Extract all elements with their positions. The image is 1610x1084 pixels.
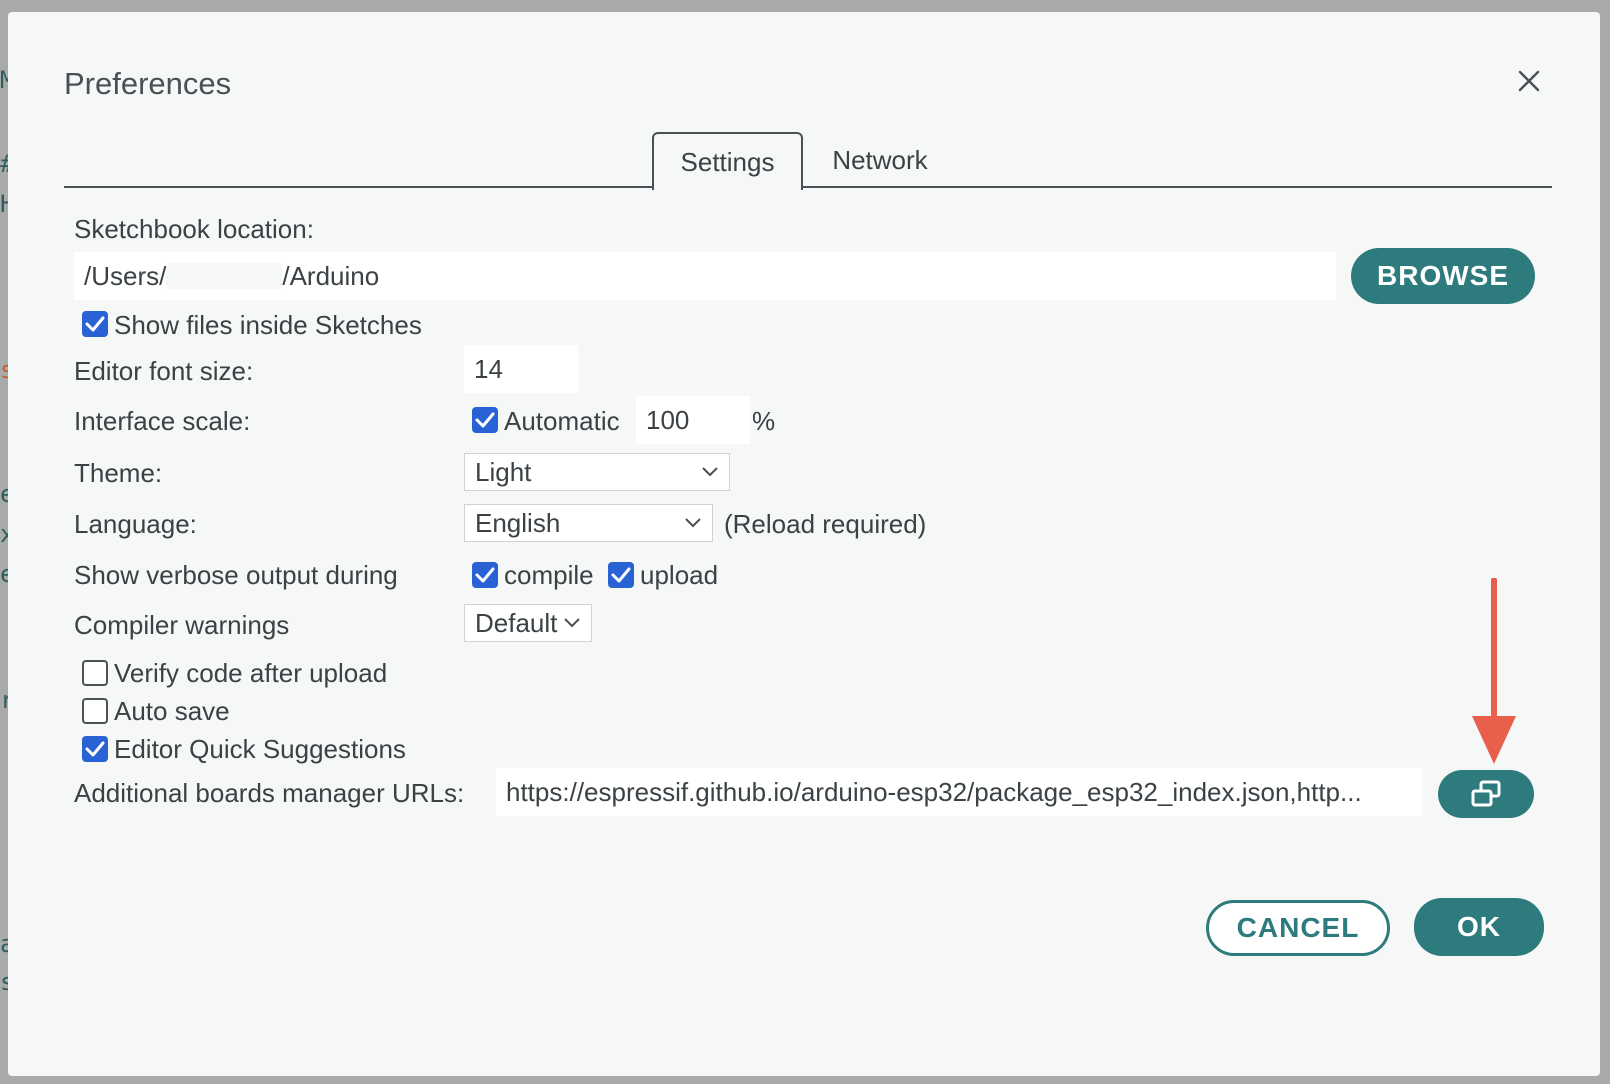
chevron-down-icon xyxy=(564,618,580,628)
preferences-dialog: Preferences Settings Network Sketchbook … xyxy=(8,12,1600,1076)
background-editor-fragment: x xyxy=(0,520,8,548)
background-editor-fragment: e xyxy=(0,560,8,588)
show-files-label: Show files inside Sketches xyxy=(114,310,422,340)
verify-code-checkbox[interactable] xyxy=(82,660,108,686)
compiler-warnings-label: Compiler warnings xyxy=(74,610,290,640)
theme-value: Light xyxy=(475,456,532,487)
sketchbook-location-input[interactable]: /Users/ /Arduino xyxy=(74,252,1336,300)
verify-code-label: Verify code after upload xyxy=(114,658,388,688)
chevron-down-icon xyxy=(685,518,701,528)
compiler-warnings-select[interactable]: Default xyxy=(464,604,592,642)
background-editor-fragment: M xyxy=(0,66,8,94)
theme-select[interactable]: Light xyxy=(464,453,730,491)
verbose-compile-label: compile xyxy=(504,560,594,590)
dialog-title: Preferences xyxy=(64,66,232,101)
verbose-compile-checkbox[interactable] xyxy=(472,562,498,588)
background-editor-fragment: r xyxy=(0,686,8,714)
ok-button[interactable]: OK xyxy=(1414,898,1544,956)
background-editor-fragment: s xyxy=(0,968,8,996)
chevron-down-icon xyxy=(702,467,718,477)
theme-label: Theme: xyxy=(74,458,163,488)
background-editor-fragment: # xyxy=(0,150,8,178)
background-editor-fragment: s xyxy=(0,356,8,384)
sketchbook-path-suffix: /Arduino xyxy=(282,260,380,291)
redacted-username xyxy=(166,263,283,289)
annotation-arrow xyxy=(1472,578,1516,764)
interface-scale-input[interactable]: 100 xyxy=(636,396,750,444)
verbose-output-label: Show verbose output during xyxy=(74,560,398,590)
background-editor-fragment: e xyxy=(0,480,8,508)
verbose-upload-checkbox[interactable] xyxy=(608,562,634,588)
boards-urls-label: Additional boards manager URLs: xyxy=(74,778,465,808)
auto-save-label: Auto save xyxy=(114,696,230,726)
language-label: Language: xyxy=(74,509,197,539)
tabs-divider xyxy=(64,186,1552,188)
quick-suggestions-label: Editor Quick Suggestions xyxy=(114,734,406,764)
auto-save-checkbox[interactable] xyxy=(82,698,108,724)
automatic-scale-label: Automatic xyxy=(504,406,620,436)
background-editor-fragment: a xyxy=(0,930,8,958)
language-select[interactable]: English xyxy=(464,504,713,542)
boards-urls-edit-button[interactable] xyxy=(1438,770,1534,818)
verbose-upload-label: upload xyxy=(640,560,719,590)
language-value: English xyxy=(475,507,561,538)
sketchbook-path-prefix: /Users/ xyxy=(84,260,167,291)
automatic-scale-checkbox[interactable] xyxy=(472,407,498,433)
open-window-icon xyxy=(1471,780,1501,807)
compiler-warnings-value: Default xyxy=(475,607,558,638)
tab-settings[interactable]: Settings xyxy=(652,132,803,190)
browse-button[interactable]: BROWSE xyxy=(1351,248,1535,304)
quick-suggestions-checkbox[interactable] xyxy=(82,736,108,762)
background-editor-fragment: H xyxy=(0,190,8,218)
sketchbook-location-label: Sketchbook location: xyxy=(74,214,314,244)
editor-font-size-label: Editor font size: xyxy=(74,356,254,386)
cancel-button[interactable]: CANCEL xyxy=(1206,900,1390,956)
tab-network[interactable]: Network xyxy=(816,132,944,188)
show-files-checkbox[interactable] xyxy=(82,311,108,337)
language-reload-note: (Reload required) xyxy=(724,509,927,539)
editor-font-size-input[interactable]: 14 xyxy=(464,345,578,393)
interface-scale-unit: % xyxy=(752,406,776,436)
interface-scale-label: Interface scale: xyxy=(74,406,251,436)
close-icon[interactable] xyxy=(1512,64,1546,98)
boards-urls-input[interactable]: https://espressif.github.io/arduino-esp3… xyxy=(496,768,1422,816)
